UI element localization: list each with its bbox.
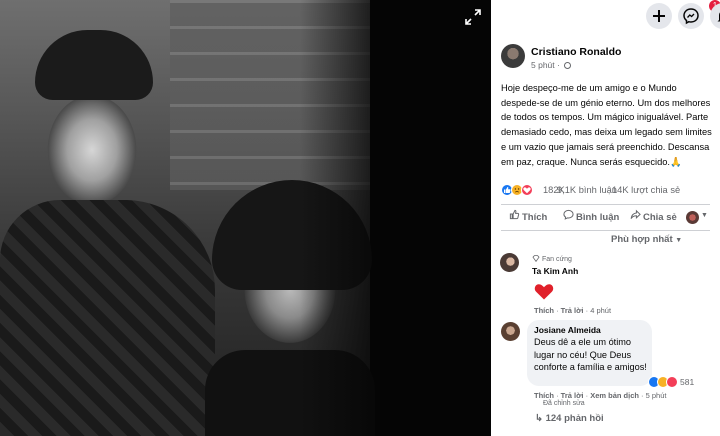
photo-person-left-jacket <box>0 200 215 436</box>
comment-text: Deus dê a ele um ótimo lugar no céu! Que… <box>534 337 647 373</box>
comment-like-link[interactable]: Thích <box>534 391 554 400</box>
share-label: Chia sẻ <box>643 212 677 223</box>
divider-top <box>501 204 710 205</box>
globe-icon <box>564 62 572 69</box>
photo-shadow <box>300 0 420 436</box>
expand-icon[interactable] <box>462 8 484 30</box>
create-button[interactable] <box>646 3 672 29</box>
see-translation-link[interactable]: Xem bản dịch <box>590 391 639 400</box>
reply-arrow-icon: ↳ <box>535 413 543 424</box>
photo-person-left-cap <box>35 30 153 100</box>
post-text: Hoje despeço-me de um amigo e o Mundo de… <box>501 83 712 167</box>
comment-meta: Thích · Trả lời · 4 phút <box>534 306 612 315</box>
comment-like-link[interactable]: Thích <box>534 306 554 315</box>
love-reaction-icon <box>666 376 678 388</box>
author-name[interactable]: Cristiano Ronaldo <box>531 46 621 58</box>
post-time-text: 5 phút <box>531 60 555 70</box>
chevron-down-icon[interactable]: ▼ <box>701 212 708 219</box>
chevron-down-icon: ▼ <box>675 237 683 244</box>
thumbs-up-icon <box>508 208 520 228</box>
view-replies-link[interactable]: ↳ 124 phản hồi <box>535 413 604 424</box>
share-as-avatar[interactable] <box>686 211 699 224</box>
red-heart-emoji <box>534 284 554 300</box>
comment-time[interactable]: 4 phút <box>590 306 611 315</box>
share-button[interactable]: Chia sẻ <box>629 208 677 228</box>
photo-viewer <box>0 0 491 436</box>
bell-icon <box>717 12 720 22</box>
notifications-button[interactable] <box>710 3 720 29</box>
like-button[interactable]: Thích <box>508 208 547 228</box>
top-fan-label: Fan cứng <box>541 256 572 263</box>
comment-count[interactable]: 9,1K bình luận <box>557 185 617 195</box>
edited-label: Đã chỉnh sửa <box>543 400 585 407</box>
diamond-icon <box>532 255 540 263</box>
comment-reply-link[interactable]: Trả lời <box>561 391 584 400</box>
comment-label: Bình luận <box>576 212 620 223</box>
love-reaction-icon <box>521 184 533 196</box>
comment-icon <box>562 208 574 228</box>
comment-sort-dropdown[interactable]: Phù hợp nhất ▼ <box>611 234 682 245</box>
top-fan-badge: Fan cứng <box>532 255 572 263</box>
share-icon <box>629 208 641 228</box>
commenter-avatar[interactable] <box>501 322 520 341</box>
author-avatar[interactable] <box>501 44 525 68</box>
messenger-icon <box>683 8 699 25</box>
messenger-button[interactable] <box>678 3 704 29</box>
share-count[interactable]: 14K lượt chia sẻ <box>612 185 680 195</box>
comment-reply-link[interactable]: Trả lời <box>561 306 584 315</box>
post-timestamp[interactable]: 5 phút · <box>531 60 572 70</box>
comment-button[interactable]: Bình luận <box>562 208 619 228</box>
commenter-name[interactable]: Josiane Almeida <box>534 325 601 335</box>
comment-meta: Thích · Trả lời · Xem bản dịch · 5 phút <box>534 391 667 400</box>
sort-label: Phù hợp nhất <box>611 234 673 245</box>
comment-reaction-count: 581 <box>680 377 695 387</box>
top-bar: 1 <box>491 0 720 34</box>
divider-bottom <box>501 230 710 231</box>
like-label: Thích <box>522 212 548 223</box>
comment-time[interactable]: 5 phút <box>646 391 667 400</box>
commenter-name[interactable]: Ta Kim Anh <box>532 266 578 276</box>
view-replies-label: 124 phản hồi <box>545 413 604 424</box>
commenter-avatar[interactable] <box>500 253 519 272</box>
